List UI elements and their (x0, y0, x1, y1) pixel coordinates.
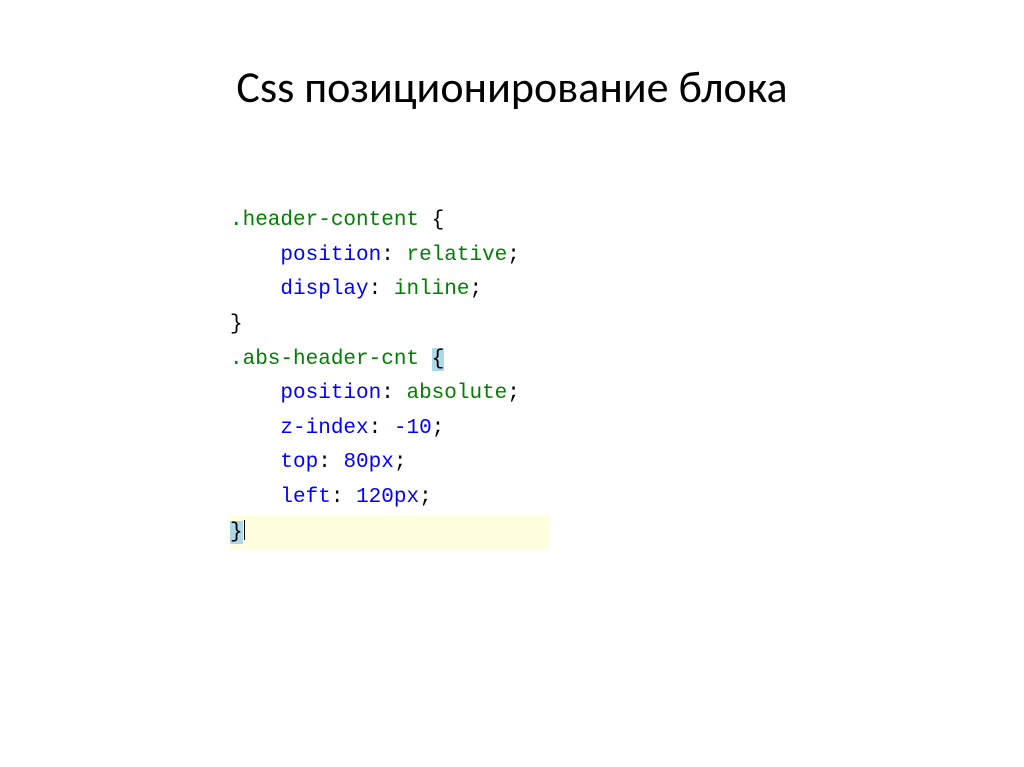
close-brace: } (230, 313, 243, 336)
css-value: relative (406, 244, 507, 267)
code-line: .header-content { (230, 204, 1024, 239)
css-property: display (280, 278, 368, 301)
css-property: position (280, 382, 381, 405)
code-line: left: 120px; (230, 481, 1024, 516)
slide: Css позиционирование блока .header-conte… (0, 0, 1024, 767)
code-line: z-index: -10; (230, 412, 1024, 447)
css-value: absolute (406, 382, 507, 405)
css-value: inline (394, 278, 470, 301)
css-selector: .abs-header-cnt (230, 348, 419, 371)
code-line: position: absolute; (230, 377, 1024, 412)
code-line: top: 80px; (230, 446, 1024, 481)
slide-title: Css позиционирование блока (0, 60, 1024, 114)
css-property: position (280, 244, 381, 267)
open-brace-highlighted: { (432, 348, 445, 371)
code-line: display: inline; (230, 273, 1024, 308)
text-cursor-icon (244, 520, 245, 540)
code-line: .abs-header-cnt { (230, 343, 1024, 378)
code-line-active: } (230, 516, 1024, 551)
code-line: position: relative; (230, 239, 1024, 274)
css-code-block: .header-content { position: relative; di… (230, 204, 1024, 550)
open-brace: { (432, 209, 445, 232)
css-property: left (280, 486, 330, 509)
css-value: 120px (356, 486, 419, 509)
close-brace-highlighted: } (230, 521, 243, 544)
css-value: 80px (343, 451, 393, 474)
css-property: top (280, 451, 318, 474)
css-value: -10 (394, 417, 432, 440)
css-property: z-index (280, 417, 368, 440)
code-line: } (230, 308, 1024, 343)
css-selector: .header-content (230, 209, 419, 232)
